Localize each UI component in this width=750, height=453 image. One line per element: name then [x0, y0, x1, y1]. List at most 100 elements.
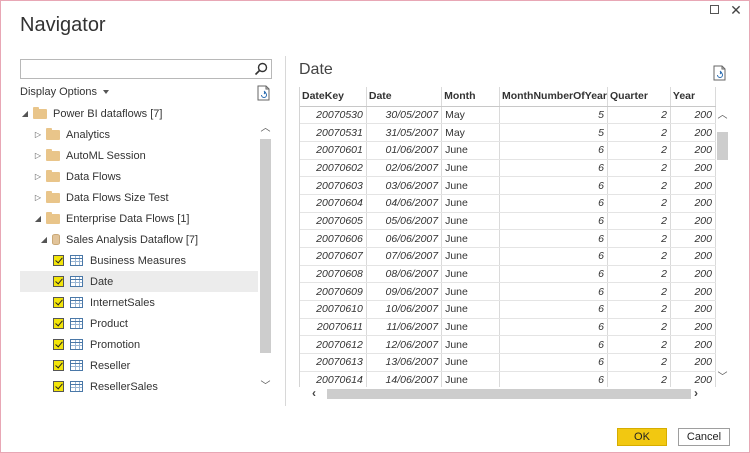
expand-icon[interactable]: ▷ — [33, 130, 43, 139]
ok-button[interactable]: OK — [617, 428, 667, 446]
tree-item-label: Promotion — [90, 338, 141, 351]
table-checkbox[interactable] — [53, 318, 64, 329]
grid-horizontal-scrollbar[interactable]: ‹ › — [299, 386, 716, 401]
table-cell: 2 — [607, 282, 671, 302]
preview-grid[interactable]: DateKey Date Month MonthNumberOfYear Quarter… — [299, 87, 716, 387]
table-cell: 6 — [499, 318, 608, 337]
table-checkbox[interactable] — [53, 339, 64, 350]
table-cell: 07/06/2007 — [366, 247, 443, 266]
tree-item-table[interactable]: Promotion — [20, 334, 258, 355]
preview-title: Date — [299, 61, 333, 78]
table-cell: 2 — [607, 318, 671, 337]
column-header[interactable]: Year — [670, 87, 716, 107]
scroll-down-icon[interactable]: ﹀ — [716, 368, 729, 383]
tree-item-label: Sales Analysis Dataflow [7] — [66, 233, 199, 246]
table-cell: 2 — [607, 265, 671, 284]
table-cell: 02/06/2007 — [366, 159, 443, 178]
scroll-up-icon[interactable]: ︿ — [716, 106, 729, 121]
tree-item-folder[interactable]: ▷ AutoML Session — [20, 145, 258, 166]
table-checkbox[interactable] — [53, 360, 64, 371]
dataflow-icon — [52, 234, 60, 245]
table-cell: 20070610 — [300, 300, 367, 319]
table-cell: 2 — [607, 194, 671, 213]
table-cell: June — [441, 318, 500, 337]
tree-item-folder[interactable]: ▷ Data Flows — [20, 166, 258, 187]
refresh-icon[interactable] — [257, 85, 271, 101]
maximize-button[interactable] — [707, 4, 721, 16]
grid-vertical-scrollbar[interactable]: ︿ ﹀ — [716, 106, 729, 386]
search-input[interactable] — [20, 59, 272, 79]
table-checkbox[interactable] — [53, 255, 64, 266]
table-cell: 20070612 — [300, 335, 367, 355]
grid-vertical-thumb[interactable] — [717, 132, 728, 160]
column-header[interactable]: Month — [441, 87, 500, 107]
tree-scrollbar[interactable]: ︿ ﹀ — [259, 119, 272, 395]
table-cell: 04/06/2007 — [366, 194, 443, 213]
tree-item-table[interactable]: Date — [20, 271, 258, 292]
table-icon — [70, 381, 83, 392]
grid-horizontal-thumb[interactable] — [327, 389, 691, 399]
refresh-icon[interactable] — [713, 65, 727, 81]
collapse-icon[interactable]: ◢ — [20, 109, 30, 118]
table-cell: 200 — [670, 371, 716, 387]
tree-item-label: Date — [90, 275, 114, 288]
table-cell: 6 — [499, 229, 608, 248]
maximize-icon — [709, 5, 719, 14]
table-cell: 2 — [607, 353, 671, 372]
table-cell: 2 — [607, 141, 671, 160]
table-checkbox[interactable] — [53, 276, 64, 287]
table-cell: 20070608 — [300, 265, 367, 284]
tree-item-label: Business Measures — [90, 254, 186, 267]
table-cell: June — [441, 335, 500, 355]
column-header[interactable]: MonthNumberOfYear — [499, 87, 608, 107]
folder-icon — [46, 211, 60, 224]
tree-item-table[interactable]: Reseller — [20, 355, 258, 376]
cancel-button[interactable]: Cancel — [678, 428, 730, 446]
expand-icon[interactable]: ▷ — [33, 151, 43, 160]
tree-item-table[interactable]: Business Measures — [20, 250, 258, 271]
tree-item-folder[interactable]: ◢ Power BI dataflows [7] — [20, 103, 258, 124]
expand-icon[interactable]: ▷ — [33, 172, 43, 181]
tree-item-table[interactable]: Product — [20, 313, 258, 334]
table-checkbox[interactable] — [53, 297, 64, 308]
tree-item-label: AutoML Session — [66, 149, 146, 162]
tree-item-label: Data Flows Size Test — [66, 191, 169, 204]
collapse-icon[interactable]: ◢ — [33, 214, 43, 223]
tree-item-table[interactable]: InternetSales — [20, 292, 258, 313]
display-options-dropdown[interactable]: Display Options — [20, 86, 110, 98]
tree-item-table[interactable]: ResellerSales — [20, 376, 258, 397]
table-icon — [70, 276, 83, 287]
table-cell: 2 — [607, 106, 671, 125]
table-cell: 6 — [499, 371, 608, 387]
tree-item-dataflow[interactable]: ◢ Sales Analysis Dataflow [7] — [20, 229, 258, 250]
tree-item-label: Data Flows — [66, 170, 122, 183]
tree-item-label: Power BI dataflows [7] — [53, 107, 163, 120]
close-button[interactable]: ✕ — [729, 3, 743, 17]
table-cell: 6 — [499, 194, 608, 213]
tree-scroll-thumb[interactable] — [260, 139, 271, 353]
table-cell: June — [441, 353, 500, 372]
table-cell: 200 — [670, 353, 716, 372]
table-cell: 20070611 — [300, 318, 367, 337]
table-cell: 2 — [607, 123, 671, 142]
table-cell: 20070605 — [300, 212, 367, 231]
scroll-left-icon[interactable]: ‹ — [312, 386, 316, 400]
collapse-icon[interactable]: ◢ — [39, 235, 49, 244]
table-cell: 6 — [499, 141, 608, 160]
column-header[interactable]: Date — [366, 87, 443, 107]
search-icon[interactable] — [254, 62, 268, 76]
table-cell: 200 — [670, 265, 716, 284]
column-header[interactable]: DateKey — [300, 87, 367, 107]
expand-icon[interactable]: ▷ — [33, 193, 43, 202]
table-checkbox[interactable] — [53, 381, 64, 392]
scroll-down-icon[interactable]: ﹀ — [259, 377, 272, 392]
column-header[interactable]: Quarter — [607, 87, 671, 107]
tree-item-folder[interactable]: ▷ Data Flows Size Test — [20, 187, 258, 208]
tree-item-folder[interactable]: ◢ Enterprise Data Flows [1] — [20, 208, 258, 229]
table-cell: 6 — [499, 353, 608, 372]
tree-item-folder[interactable]: ▷ Analytics — [20, 124, 258, 145]
table-cell: June — [441, 300, 500, 319]
scroll-up-icon[interactable]: ︿ — [259, 119, 272, 134]
scroll-right-icon[interactable]: › — [694, 386, 698, 400]
table-icon — [70, 339, 83, 350]
